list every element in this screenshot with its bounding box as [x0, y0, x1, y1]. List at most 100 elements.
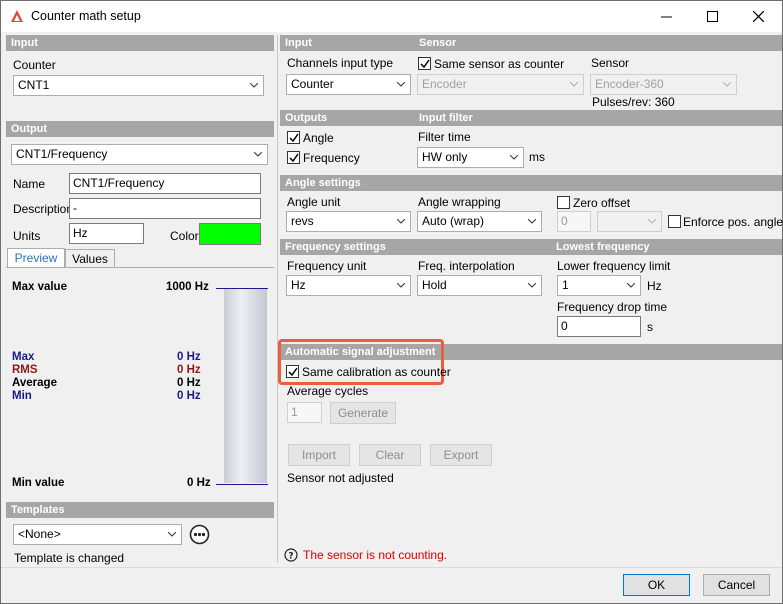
- tab-preview[interactable]: Preview: [7, 248, 65, 269]
- pulses-per-rev: Pulses/rev: 360: [592, 95, 675, 109]
- freq-interpolation-value: Hold: [422, 278, 447, 292]
- channels-type-label: Channels input type: [287, 56, 394, 70]
- color-swatch[interactable]: [199, 223, 261, 245]
- input-filter-header-label: Input filter: [419, 112, 473, 124]
- max-value: 1000 Hz: [166, 281, 209, 293]
- tab-values[interactable]: Values: [65, 249, 115, 269]
- angle-settings-header: Angle settings: [280, 175, 782, 191]
- lower-frequency-limit-unit: Hz: [647, 279, 662, 293]
- same-sensor-checkbox[interactable]: [418, 57, 431, 70]
- right-input-header: Input Sensor: [280, 35, 782, 51]
- stat-rms-label: RMS: [12, 364, 38, 376]
- min-value: 0 Hz: [187, 477, 211, 489]
- channels-type-value: Counter: [291, 77, 334, 91]
- output-channel-select[interactable]: CNT1/Frequency: [11, 144, 268, 165]
- frequency-drop-time-unit: s: [647, 320, 653, 334]
- right-input-header-label: Input: [285, 37, 312, 49]
- zero-offset-field[interactable]: 0: [557, 211, 591, 232]
- import-button[interactable]: Import: [288, 444, 350, 466]
- sensor-type-select[interactable]: Encoder: [417, 74, 584, 95]
- chevron-down-icon: [168, 532, 176, 537]
- average-cycles-label: Average cycles: [287, 384, 369, 398]
- color-label: Color: [170, 229, 199, 243]
- template-select-value: <None>: [18, 527, 61, 541]
- minimize-icon[interactable]: [643, 1, 689, 32]
- preview-panel: Max value 1000 Hz Max 0 Hz RMS 0 Hz Aver…: [6, 267, 274, 495]
- enforce-positive-checkbox[interactable]: [668, 215, 681, 228]
- chevron-down-icon: [250, 83, 258, 88]
- name-label: Name: [13, 177, 46, 191]
- filter-time-select[interactable]: HW only: [417, 147, 524, 168]
- angle-unit-select[interactable]: revs: [286, 211, 411, 232]
- window-title: Counter math setup: [31, 9, 141, 23]
- outputs-header: Outputs Input filter: [280, 110, 782, 126]
- name-field[interactable]: CNT1/Frequency: [69, 173, 261, 194]
- sensor-select[interactable]: Encoder-360: [590, 74, 737, 95]
- angle-unit-label: Angle unit: [287, 195, 341, 209]
- zero-offset-checkbox[interactable]: [557, 196, 570, 209]
- frequency-settings-header-label: Frequency settings: [285, 241, 386, 253]
- chevron-down-icon: [627, 283, 635, 288]
- angle-wrapping-value: Auto (wrap): [422, 214, 485, 228]
- column-divider: [277, 35, 278, 563]
- lower-frequency-limit-select[interactable]: 1: [557, 275, 641, 296]
- frequency-drop-time-field[interactable]: 0: [557, 316, 641, 337]
- frequency-checkbox[interactable]: [287, 151, 300, 164]
- lowest-frequency-header-label: Lowest frequency: [556, 241, 650, 253]
- frequency-settings-header: Frequency settings Lowest frequency: [280, 239, 782, 255]
- units-field[interactable]: Hz: [69, 223, 144, 244]
- sensor-select-value: Encoder-360: [595, 77, 664, 91]
- counter-label: Counter: [13, 58, 56, 72]
- freq-interpolation-label: Freq. interpolation: [418, 259, 515, 273]
- question-icon: ?: [284, 548, 298, 562]
- chevron-down-icon: [397, 82, 405, 87]
- angle-wrapping-select[interactable]: Auto (wrap): [417, 211, 542, 232]
- frequency-unit-value: Hz: [291, 278, 306, 292]
- channels-type-select[interactable]: Counter: [286, 74, 411, 95]
- min-marker-line: [216, 484, 268, 485]
- close-icon[interactable]: [735, 1, 781, 32]
- maximize-icon[interactable]: [689, 1, 735, 32]
- counter-select[interactable]: CNT1: [13, 75, 264, 96]
- generate-button[interactable]: Generate: [330, 402, 396, 424]
- zero-offset-label: Zero offset: [573, 196, 631, 210]
- stat-average-label: Average: [12, 377, 57, 389]
- filter-time-value: HW only: [422, 150, 468, 164]
- stat-average-value: 0 Hz: [177, 377, 201, 389]
- freq-interpolation-select[interactable]: Hold: [417, 275, 542, 296]
- level-bar: [224, 289, 267, 483]
- ok-button[interactable]: OK: [623, 574, 690, 596]
- enforce-positive-label: Enforce pos. angle: [683, 215, 783, 229]
- export-button[interactable]: Export: [430, 444, 492, 466]
- templates-section-header: Templates: [6, 502, 274, 518]
- more-options-icon[interactable]: [189, 524, 210, 545]
- average-cycles-field[interactable]: 1: [287, 402, 322, 423]
- stat-max-value: 0 Hz: [177, 351, 201, 363]
- template-select[interactable]: <None>: [13, 524, 182, 545]
- chevron-down-icon: [570, 82, 578, 87]
- filter-time-label: Filter time: [418, 130, 471, 144]
- units-label: Units: [13, 229, 41, 243]
- sensor-header-label: Sensor: [419, 37, 457, 49]
- frequency-unit-select[interactable]: Hz: [286, 275, 411, 296]
- counter-select-value: CNT1: [18, 78, 50, 92]
- same-calibration-checkbox[interactable]: [286, 365, 299, 378]
- same-calibration-label: Same calibration as counter: [302, 365, 451, 379]
- title-bar: Counter math setup: [1, 1, 782, 32]
- output-channel-value: CNT1/Frequency: [16, 147, 108, 161]
- clear-button[interactable]: Clear: [359, 444, 421, 466]
- filter-time-unit: ms: [529, 150, 545, 164]
- adjustment-status: Sensor not adjusted: [287, 471, 394, 485]
- stat-min-label: Min: [12, 390, 32, 402]
- description-field[interactable]: -: [69, 198, 261, 219]
- zero-offset-unit-select[interactable]: [597, 211, 662, 232]
- frequency-unit-label: Frequency unit: [287, 259, 367, 273]
- sensor-type-value: Encoder: [422, 77, 467, 91]
- angle-unit-value: revs: [291, 214, 314, 228]
- min-value-label: Min value: [12, 477, 65, 489]
- cancel-button[interactable]: Cancel: [703, 574, 770, 596]
- template-status: Template is changed: [14, 551, 125, 565]
- stat-max-label: Max: [12, 351, 35, 363]
- angle-checkbox[interactable]: [287, 131, 300, 144]
- frequency-drop-time-label: Frequency drop time: [557, 300, 668, 314]
